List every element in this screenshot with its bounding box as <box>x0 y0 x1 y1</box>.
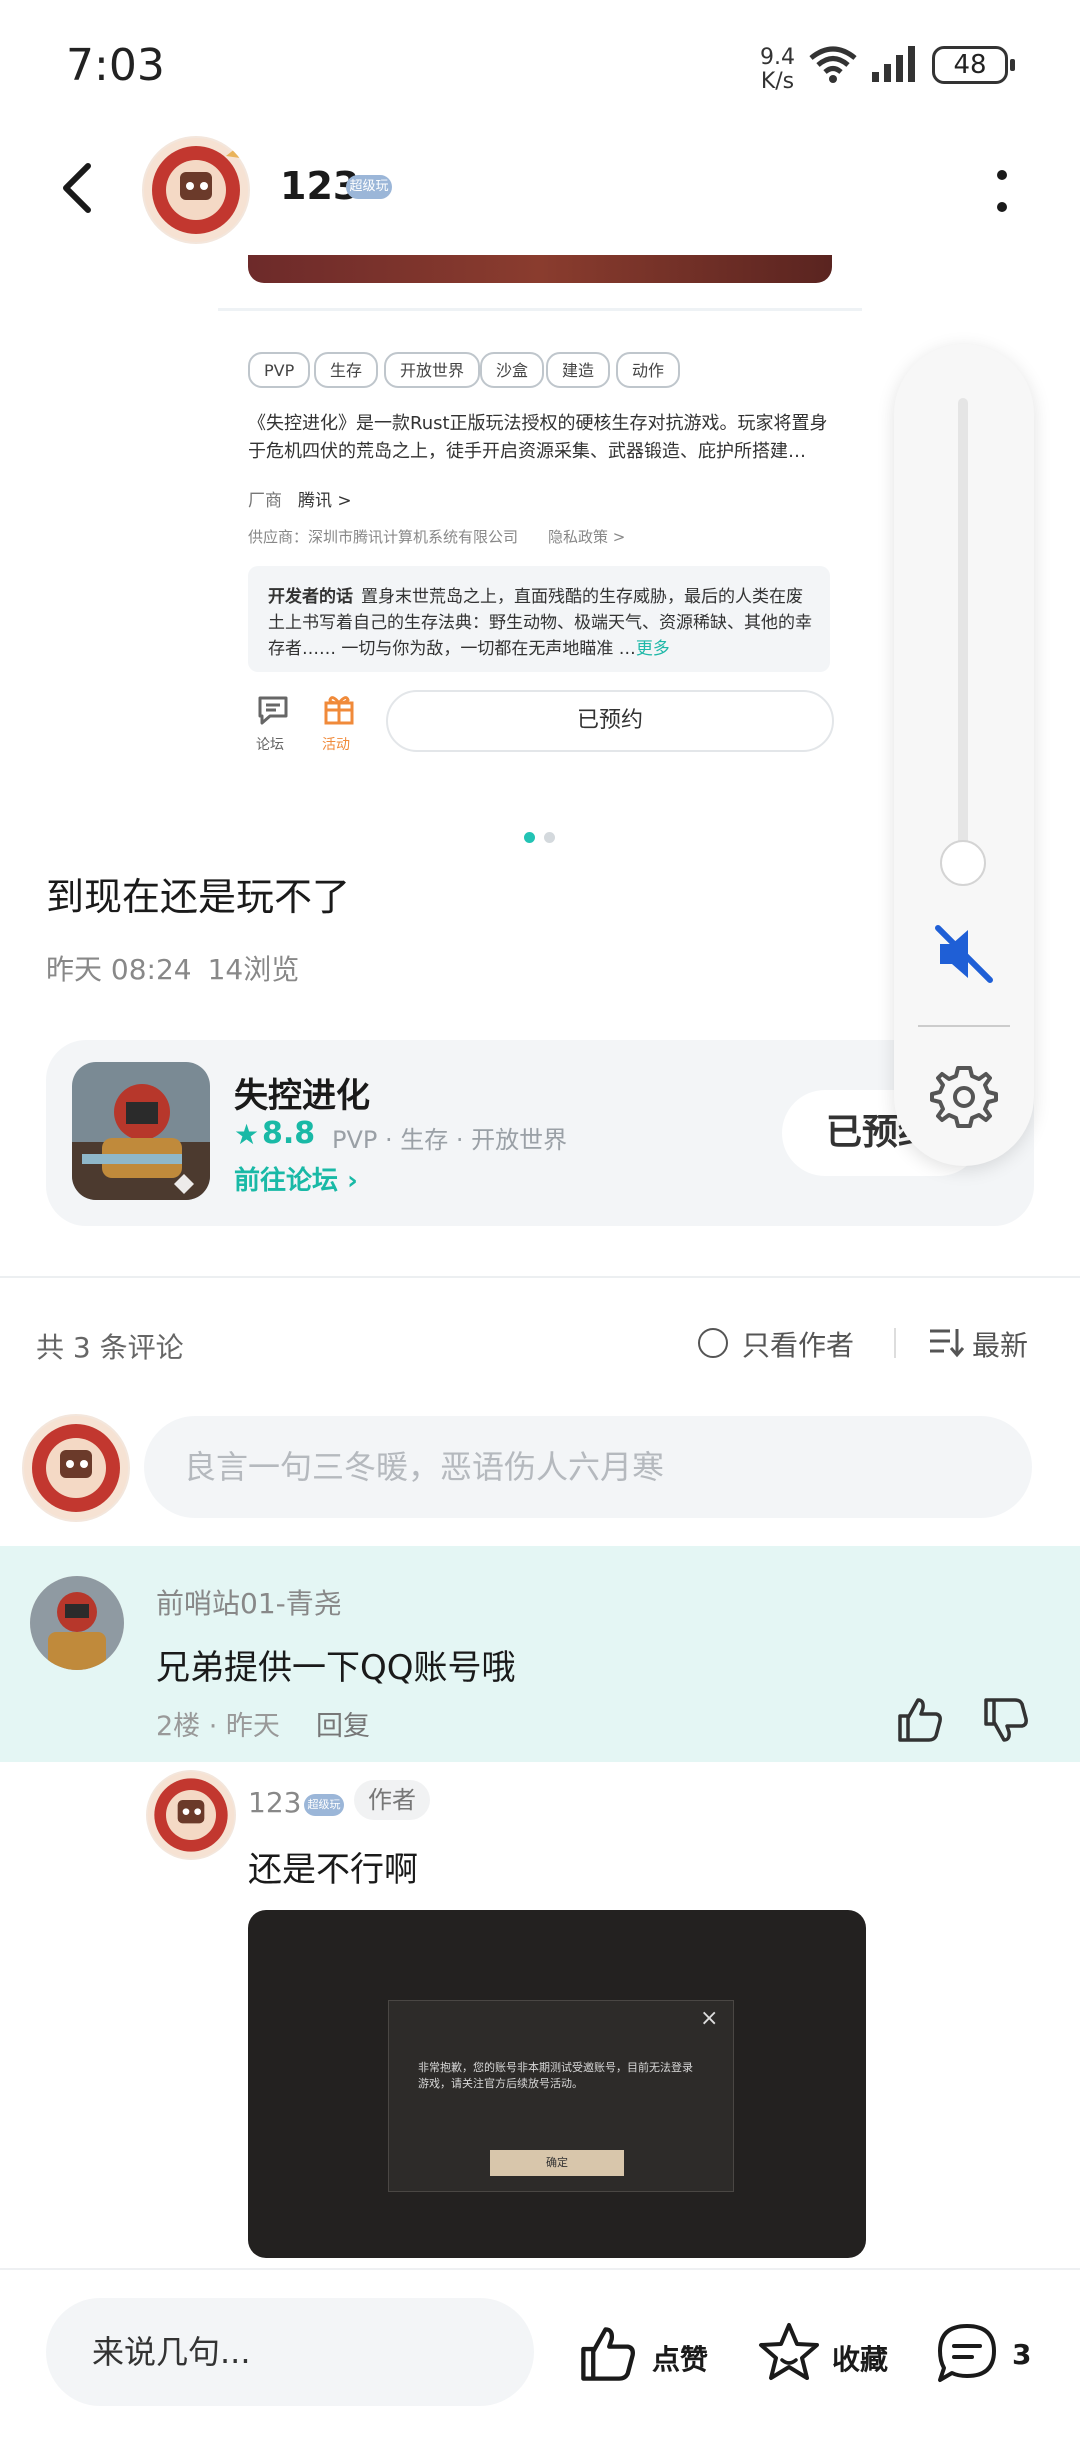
vendor-name: 腾讯 > <box>298 491 352 511</box>
close-icon: × <box>700 2006 719 2031</box>
chevron-right-icon: › <box>347 1166 358 1196</box>
network-speed: 9.4 K/s <box>760 46 795 94</box>
game-icon-art <box>72 1062 210 1200</box>
pager-dot-active <box>524 832 535 843</box>
commenter-name[interactable]: 前哨站01-青尧 <box>156 1582 342 1622</box>
activity-label: 活动 <box>322 737 350 753</box>
pager-dot <box>544 832 555 843</box>
game-name[interactable]: 失控进化 <box>234 1068 370 1117</box>
commenter-avatar[interactable] <box>30 1576 124 1670</box>
game-rating: 8.8 <box>262 1116 316 1151</box>
shared-tag: 开放世界 <box>384 352 481 388</box>
star-icon: ★ <box>234 1118 260 1151</box>
level-badge: 超级玩 <box>304 1794 344 1816</box>
shared-tag: 建造 <box>546 352 611 388</box>
shared-reserved-button: 已预约 <box>386 690 834 752</box>
avatar-illustration <box>30 1576 124 1670</box>
shared-developer-note: 开发者的话 置身末世荒岛之上，直面残酷的生存威胁，最后的人类在废土上书写着自己的生… <box>268 584 814 662</box>
separator <box>894 1328 896 1358</box>
quick-comment-input[interactable]: 来说几句... <box>46 2298 534 2406</box>
star-outline-icon[interactable] <box>756 2320 822 2386</box>
reply-button[interactable]: 回复 <box>316 1704 370 1743</box>
image-dialog-ok: 确定 <box>490 2150 624 2176</box>
status-time: 7:03 <box>66 40 165 91</box>
volume-slider[interactable] <box>958 398 968 868</box>
my-avatar <box>22 1414 130 1522</box>
shared-supplier: 供应商：深圳市腾讯计算机系统有限公司 隐私政策 > <box>248 528 626 546</box>
thumbs-up-icon[interactable] <box>894 1694 946 1746</box>
only-author-toggle[interactable]: 只看作者 <box>742 1324 854 1364</box>
forum-icon <box>258 696 288 725</box>
comments-count: 共 3 条评论 <box>36 1331 184 1364</box>
go-to-forum-label: 前往论坛 <box>234 1166 339 1196</box>
shared-tag: 沙盒 <box>480 352 545 388</box>
favorite-button[interactable]: 收藏 <box>832 2338 888 2378</box>
battery-indicator: 48 <box>932 46 1015 84</box>
post-time: 昨天 08:24 <box>46 953 192 986</box>
network-speed-value: 9.4 <box>760 45 795 70</box>
level-badge: 超级玩 <box>346 175 392 199</box>
comment-input[interactable]: 良言一句三冬暖，恶语伤人六月寒 <box>144 1416 1032 1518</box>
reply-author-name[interactable]: 123 <box>248 1786 301 1819</box>
forum-label: 论坛 <box>256 737 284 753</box>
settings-gear-icon[interactable] <box>930 1062 998 1130</box>
reply-author-avatar[interactable] <box>146 1770 236 1860</box>
avatar-illustration <box>147 1771 235 1859</box>
thumbs-down-icon[interactable] <box>980 1694 1032 1746</box>
section-divider <box>0 1276 1080 1278</box>
vendor-label: 厂商 <box>248 491 282 511</box>
game-icon[interactable] <box>72 1062 210 1200</box>
radio-circle-icon[interactable] <box>698 1328 728 1358</box>
volume-divider <box>918 1025 1010 1027</box>
signal-icon <box>872 46 915 82</box>
comment-bubble-icon[interactable] <box>934 2320 1000 2386</box>
shared-vendor: 厂商 腾讯 > <box>248 486 352 511</box>
gift-icon <box>324 696 354 725</box>
author-avatar[interactable] <box>142 136 250 244</box>
more-options-icon[interactable] <box>992 168 1012 214</box>
game-tags: PVP · 生存 · 开放世界 <box>332 1126 568 1154</box>
shared-tag: 生存 <box>314 352 379 388</box>
shared-game-description: 《失控进化》是一款Rust正版玩法授权的硬核生存对抗游戏。玩家将置身于危机四伏的… <box>248 413 828 462</box>
thumbs-up-icon[interactable] <box>576 2322 640 2386</box>
reply-text: 还是不行啊 <box>248 1850 418 1890</box>
post-image-top <box>248 255 832 283</box>
dev-note-title: 开发者的话 <box>268 587 353 607</box>
shared-tag: 动作 <box>616 352 681 388</box>
back-arrow-icon[interactable] <box>50 158 110 218</box>
comment-text: 兄弟提供一下QQ账号哦 <box>156 1648 516 1688</box>
post-views: 14浏览 <box>207 953 300 986</box>
image-dialog-text: 非常抱歉，您的账号非本期测试受邀账号，目前无法登录游戏，请关注官方后续放号活动。 <box>418 2061 693 2090</box>
comment-count[interactable]: 3 <box>1012 2338 1031 2371</box>
avatar-illustration <box>24 1416 128 1520</box>
wifi-icon <box>809 46 857 83</box>
like-button[interactable]: 点赞 <box>652 2338 708 2378</box>
comment-floor-time: 2楼 · 昨天 <box>156 1711 280 1742</box>
dev-note-more: 更多 <box>635 639 670 659</box>
post-meta: 昨天 08:24 14浏览 <box>46 948 299 988</box>
avatar-illustration <box>144 138 248 242</box>
go-to-forum-link[interactable]: 前往论坛 › <box>234 1160 358 1197</box>
volume-slider-thumb[interactable] <box>940 840 986 886</box>
author-tag: 作者 <box>354 1780 430 1820</box>
network-speed-unit: K/s <box>760 69 795 94</box>
post-body: 到现在还是玩不了 <box>46 875 351 919</box>
mute-icon[interactable] <box>928 918 1000 990</box>
sort-latest[interactable]: 最新 <box>972 1324 1028 1364</box>
sort-icon[interactable] <box>928 1326 964 1358</box>
shared-tag: PVP <box>248 352 311 388</box>
